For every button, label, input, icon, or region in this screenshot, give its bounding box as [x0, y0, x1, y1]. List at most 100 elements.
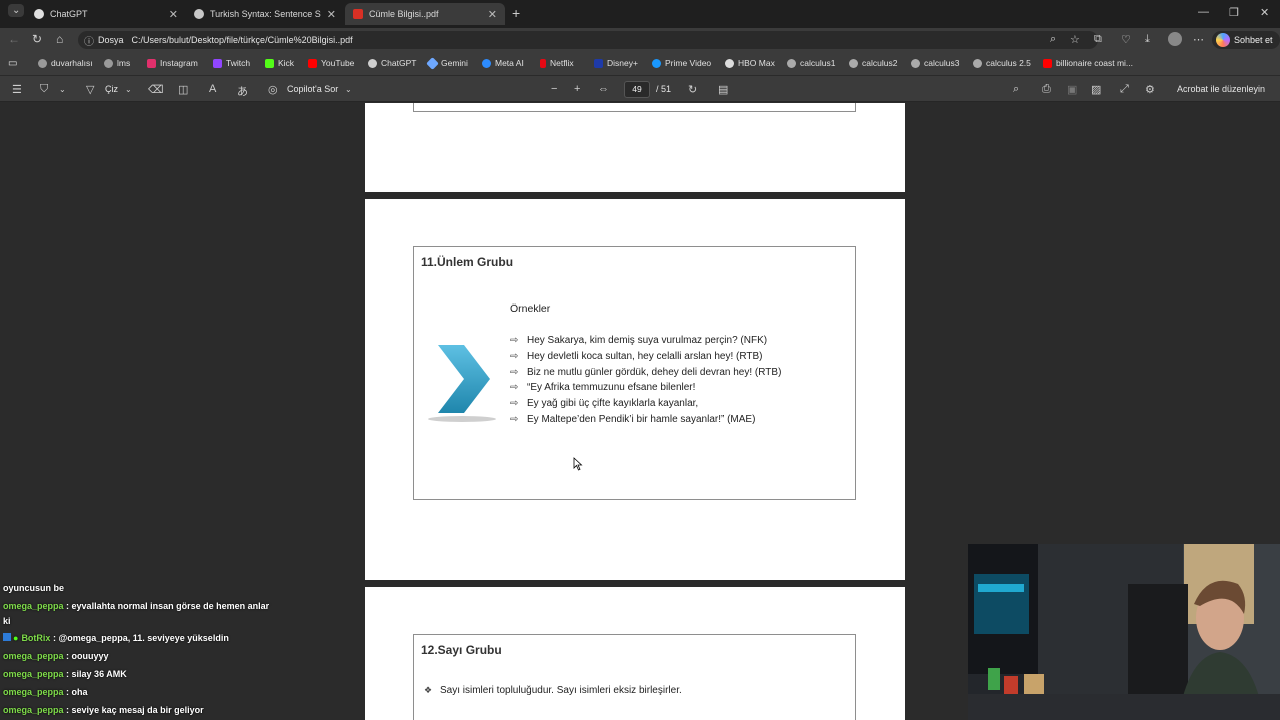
acrobat-edit-button[interactable]: Acrobat ile düzenleyin [1177, 84, 1265, 94]
chevron-right-graphic-icon [428, 345, 496, 422]
erase-icon[interactable]: ⌫ [148, 83, 164, 96]
tab-actions-chevron-icon[interactable]: ⌄ [8, 4, 25, 17]
chat-username: omega_peppa [3, 705, 64, 715]
zoom-out-icon[interactable]: − [551, 83, 557, 95]
chat-message: ● BotRix : @omega_peppa, 11. seviyeye yük… [0, 629, 270, 647]
new-tab-icon[interactable]: + [512, 5, 520, 21]
search-icon[interactable]: ⌕ [1013, 83, 1019, 96]
webcam-overlay [968, 544, 1280, 720]
slide-frame [413, 103, 856, 112]
more-menu-icon[interactable]: ⋯ [1193, 33, 1204, 46]
chat-text: : oha [66, 687, 88, 697]
chevron-down-icon[interactable]: ⌄ [59, 85, 66, 94]
bookmark-item[interactable]: calculus3 [911, 58, 959, 68]
chat-username: omega_peppa [3, 669, 64, 679]
copilot-ask-label[interactable]: Copilot'a Sor [287, 84, 338, 94]
chat-username: BotRix [21, 633, 51, 643]
page-number-input[interactable]: 49 [624, 81, 650, 98]
maximize-icon[interactable]: ❐ [1229, 6, 1239, 19]
bookmark-item[interactable]: Disney+ [594, 58, 638, 68]
minimize-icon[interactable]: — [1198, 6, 1209, 18]
home-icon[interactable]: ⌂ [56, 32, 63, 46]
profile-avatar[interactable] [1168, 32, 1182, 46]
chat-text: : silay 36 AMK [66, 669, 127, 679]
slide-12-frame: 12.Sayı Grubu ❖ Sayı isimleri topluluğud… [413, 634, 856, 720]
bookmark-item[interactable]: ChatGPT [368, 58, 416, 68]
bookmark-item[interactable]: Gemini [426, 56, 468, 70]
tab-chatgpt[interactable]: ChatGPT ✕ [26, 3, 186, 25]
chat-text: : oouuyyy [66, 651, 109, 661]
chat-username: omega_peppa [3, 687, 64, 697]
bookmark-label: Instagram [160, 58, 198, 68]
info-icon[interactable]: ⓘ [84, 33, 94, 48]
tab-label: Turkish Syntax: Sentence Structure [210, 9, 321, 19]
address-bar-row: ← ↻ ⌂ ⓘ Dosya C:/Users/bulut/Desktop/fil… [0, 28, 1280, 52]
copilot-chat-button[interactable]: Sohbet et [1212, 31, 1280, 49]
close-tab-icon[interactable]: ✕ [488, 8, 497, 21]
save-as-icon[interactable]: ▨ [1091, 83, 1101, 96]
read-aloud-icon[interactable]: A [209, 83, 216, 95]
favorite-star-icon[interactable]: ☆ [1070, 33, 1080, 46]
kick-icon [265, 58, 274, 68]
save-icon[interactable]: ▣ [1067, 83, 1077, 96]
settings-gear-icon[interactable]: ⚙ [1145, 83, 1155, 96]
draw-icon[interactable]: ▽ [86, 83, 94, 96]
bookmark-item[interactable]: duvarhalısı [38, 58, 93, 68]
copilot-icon [1216, 33, 1230, 47]
bookmark-item[interactable]: billionaire coast mi... [1043, 58, 1133, 68]
bookmark-label: Twitch [226, 58, 251, 68]
print-icon[interactable]: ⎙ [1042, 83, 1051, 96]
translate-icon[interactable]: あ [237, 83, 248, 99]
close-window-icon[interactable]: ✕ [1260, 6, 1269, 19]
zoom-icon[interactable]: ⌕ [1050, 33, 1056, 46]
url-field[interactable]: ⓘ Dosya C:/Users/bulut/Desktop/file/türk… [78, 31, 1098, 49]
bookmark-item[interactable]: calculus2 [849, 58, 897, 68]
bookmark-item[interactable]: Kick [265, 58, 294, 68]
copilot-ask-icon[interactable]: ◎ [268, 83, 278, 96]
bookmark-item[interactable]: calculus1 [787, 58, 835, 68]
bookmark-item[interactable]: Netflix [540, 58, 574, 68]
zoom-in-icon[interactable]: + [574, 83, 580, 95]
bookmark-item[interactable]: Twitch [213, 58, 250, 68]
arrow-bullet-icon: ⇨ [510, 367, 519, 378]
bookmark-label: ChatGPT [381, 58, 417, 68]
contents-icon[interactable]: ☰ [12, 83, 22, 96]
bookmark-menu-icon[interactable]: ▭ [8, 58, 17, 69]
example-item: Hey devletli koca sultan, hey celalli ar… [527, 351, 763, 362]
chevron-down-icon[interactable]: ⌄ [125, 85, 132, 94]
performance-icon[interactable]: ♡ [1121, 33, 1131, 46]
rotate-icon[interactable]: ↻ [688, 83, 697, 96]
pdf-toolbar: ☰ ⛉ ⌄ ▽ Çiz ⌄ ⌫ ◫ A あ ◎ Copilot'a Sor ⌄ … [0, 76, 1280, 102]
close-tab-icon[interactable]: ✕ [327, 8, 336, 21]
bookmark-item[interactable]: YouTube [308, 58, 354, 68]
tab-cumle-bilgisi-pdf[interactable]: Cümle Bilgisi..pdf ✕ [345, 3, 505, 25]
bookmark-item[interactable]: Instagram [147, 58, 198, 68]
draw-label[interactable]: Çiz [105, 84, 118, 94]
bookmark-item[interactable]: Meta AI [482, 58, 524, 68]
bookmark-item[interactable]: Prime Video [652, 58, 711, 68]
bookmark-label: calculus2 [862, 58, 898, 68]
downloads-icon[interactable]: ⤓ [1145, 33, 1150, 46]
refresh-icon[interactable]: ↻ [32, 32, 42, 46]
mouse-cursor-icon [573, 457, 583, 471]
instagram-icon [147, 58, 156, 68]
bookmark-label: Netflix [550, 58, 574, 68]
arrow-bullet-icon: ⇨ [510, 382, 519, 393]
extensions-icon[interactable]: ⧉ [1094, 33, 1102, 46]
close-tab-icon[interactable]: ✕ [169, 8, 178, 21]
tab-turkish-syntax[interactable]: Turkish Syntax: Sentence Structure ✕ [186, 3, 344, 25]
bookmark-item[interactable]: HBO Max [725, 58, 775, 68]
bookmark-label: calculus3 [924, 58, 960, 68]
fullscreen-icon[interactable]: ⤢ [1120, 83, 1129, 96]
text-box-icon[interactable]: ◫ [178, 83, 188, 96]
hbo-max-icon [725, 58, 734, 68]
bookmark-item[interactable]: calculus 2.5 [973, 58, 1031, 68]
slide-bullet-text: Sayı isimleri topluluğudur. Sayı isimler… [440, 685, 682, 696]
chevron-down-icon[interactable]: ⌄ [345, 85, 352, 94]
globe-icon [38, 58, 47, 68]
back-icon[interactable]: ← [8, 32, 20, 46]
page-view-icon[interactable]: ▤ [718, 83, 728, 96]
fit-page-icon[interactable]: ⇔ [598, 83, 609, 95]
bookmark-item[interactable]: lms [104, 58, 130, 68]
highlight-icon[interactable]: ⛉ [40, 83, 48, 96]
